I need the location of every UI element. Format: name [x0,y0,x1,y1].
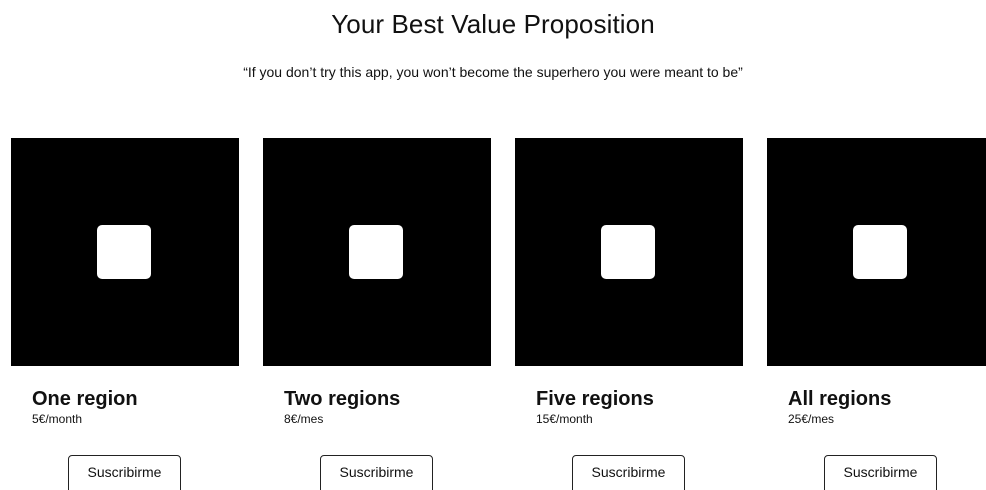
subscribe-button[interactable]: Suscribirme [572,455,685,490]
plan-card-all-regions: All regions 25€/mes Suscribirme [767,138,986,490]
plan-price: 5€/month [32,412,83,426]
pricing-page: Your Best Value Proposition “If you don’… [0,0,986,490]
image-placeholder-icon [349,225,403,279]
plan-name: Two regions [284,388,401,410]
plan-name: Five regions [536,388,654,410]
image-placeholder-icon [97,225,151,279]
plan-price: 15€/month [536,412,593,426]
plan-image [515,138,743,366]
page-title: Your Best Value Proposition [331,9,655,39]
subscribe-button[interactable]: Suscribirme [824,455,937,490]
subscribe-button[interactable]: Suscribirme [68,455,181,490]
image-placeholder-icon [601,225,655,279]
plan-image [767,138,986,366]
plan-card-one-region: One region 5€/month Suscribirme [11,138,239,490]
tagline: “If you don’t try this app, you won’t be… [243,64,743,80]
image-placeholder-icon [853,225,907,279]
plan-card-five-regions: Five regions 15€/month Suscribirme [515,138,743,490]
plan-price: 8€/mes [284,412,324,426]
plan-image [263,138,491,366]
plan-name: All regions [788,388,892,410]
plan-card-two-regions: Two regions 8€/mes Suscribirme [263,138,491,490]
plan-name: One region [32,388,138,410]
plan-price: 25€/mes [788,412,835,426]
subscribe-button[interactable]: Suscribirme [320,455,433,490]
plan-image [11,138,239,366]
